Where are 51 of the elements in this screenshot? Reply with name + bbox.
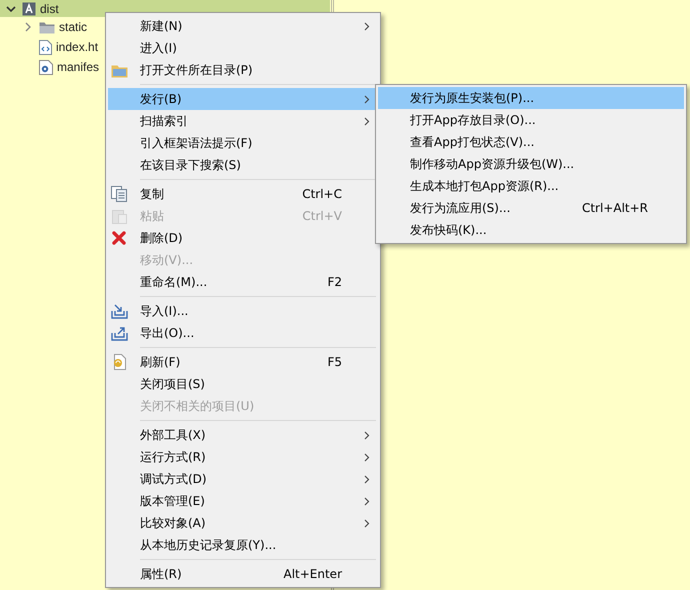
- code-file-icon: [39, 40, 52, 54]
- refresh-icon: [112, 354, 126, 370]
- shortcut-label: Ctrl+Alt+R: [582, 200, 648, 217]
- menu-item[interactable]: 引入框架语法提示(F): [108, 132, 378, 154]
- shortcut-label: F5: [327, 354, 342, 371]
- menu-item[interactable]: 从本地历史记录复原(Y)...: [108, 534, 378, 556]
- menu-item[interactable]: 关闭项目(S): [108, 373, 378, 395]
- menu-item[interactable]: 查看App打包状态(V)...: [378, 131, 684, 153]
- tree-item-label: index.ht: [56, 39, 98, 56]
- folder-icon: [110, 62, 128, 78]
- folder-icon: [39, 20, 55, 34]
- shortcut-label: Alt+Enter: [283, 566, 342, 583]
- menu-item[interactable]: 进入(I): [108, 37, 378, 59]
- tree-row[interactable]: index.ht: [0, 37, 98, 57]
- menu-item[interactable]: 导出(O)...: [108, 322, 378, 344]
- menu-item[interactable]: 导入(I)...: [108, 300, 378, 322]
- menu-item[interactable]: 制作移动App资源升级包(W)...: [378, 153, 684, 175]
- shortcut-label: Ctrl+V: [302, 208, 342, 225]
- menu-item[interactable]: 外部工具(X): [108, 424, 378, 446]
- copy-icon: [111, 186, 127, 202]
- delete-icon: [112, 231, 126, 245]
- menu-item[interactable]: 新建(N): [108, 15, 378, 37]
- menu-item[interactable]: 发行(B): [108, 88, 378, 110]
- menu-item[interactable]: 发行为流应用(S)... Ctrl+Alt+R: [378, 197, 684, 219]
- tree-item-label: static: [59, 19, 88, 36]
- menu-item[interactable]: 删除(D): [108, 227, 378, 249]
- menu-item[interactable]: 打开App存放目录(O)...: [378, 109, 684, 131]
- paste-icon: [112, 208, 126, 224]
- menu-item[interactable]: 发行为原生安装包(P)...: [378, 87, 684, 109]
- tree-item-label: manifes: [57, 59, 100, 76]
- menu-item[interactable]: 运行方式(R): [108, 446, 378, 468]
- shortcut-label: Ctrl+C: [302, 186, 342, 203]
- menu-item[interactable]: 调试方式(D): [108, 468, 378, 490]
- import-icon: [110, 304, 128, 318]
- menu-item[interactable]: 比较对象(A): [108, 512, 378, 534]
- menu-item[interactable]: 重命名(M)... F2: [108, 271, 378, 293]
- tree-row[interactable]: manifes: [0, 57, 100, 77]
- menu-item[interactable]: 发布快码(K)...: [378, 219, 684, 241]
- menu-item[interactable]: 生成本地打包App资源(R)...: [378, 175, 684, 197]
- menu-item[interactable]: 在该目录下搜索(S): [108, 154, 378, 176]
- tree-item-label: dist: [40, 0, 59, 18]
- menu-item[interactable]: 属性(R) Alt+Enter: [108, 563, 378, 585]
- export-icon: [110, 326, 128, 340]
- menu-item[interactable]: 扫描索引: [108, 110, 378, 132]
- menu-item[interactable]: 版本管理(E): [108, 490, 378, 512]
- project-icon: [22, 2, 36, 16]
- shortcut-label: F2: [327, 274, 342, 291]
- menu-item[interactable]: 刷新(F) F5: [108, 351, 378, 373]
- menu-item[interactable]: 打开文件所在目录(P): [108, 59, 378, 81]
- menu-item[interactable]: 复制 Ctrl+C: [108, 183, 378, 205]
- tree-row[interactable]: static: [0, 17, 88, 37]
